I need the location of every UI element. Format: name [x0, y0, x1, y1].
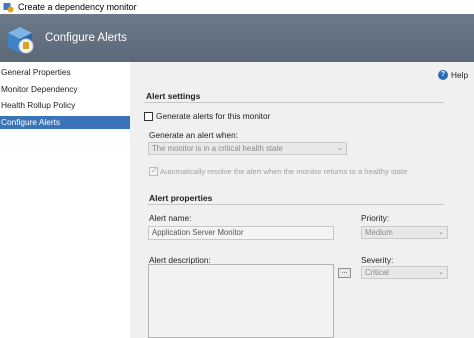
alert-properties-heading: Alert properties [149, 193, 213, 203]
chevron-down-icon: ⌄ [337, 145, 343, 152]
generate-when-value: The monitor is in a critical health stat… [152, 144, 283, 153]
alert-name-input[interactable]: Application Server Monitor [148, 226, 334, 240]
generate-alerts-checkbox[interactable] [144, 112, 153, 121]
alert-config-icon [8, 27, 34, 54]
help-icon: ? [438, 70, 448, 80]
chevron-down-icon: ⌄ [438, 269, 444, 276]
nav-item-monitor-dependency[interactable]: Monitor Dependency [0, 83, 130, 96]
alert-description-textarea[interactable] [148, 264, 334, 338]
wizard-banner: Configure Alerts [0, 14, 474, 62]
window-title: Create a dependency monitor [18, 2, 137, 12]
section-divider [147, 204, 444, 205]
description-editor-button[interactable]: ... [338, 268, 351, 278]
help-link[interactable]: ? Help [438, 70, 468, 80]
monitor-wizard-icon [3, 2, 14, 12]
generate-alerts-label: Generate alerts for this monitor [156, 111, 271, 121]
severity-value: Critical [365, 268, 389, 277]
priority-value: Medium [365, 228, 393, 237]
alert-name-label: Alert name: [149, 213, 192, 223]
alert-settings-heading: Alert settings [146, 91, 201, 101]
generate-when-label: Generate an alert when: [149, 130, 239, 140]
severity-select[interactable]: Critical ⌄ [361, 266, 448, 279]
priority-label: Priority: [361, 213, 390, 223]
nav-item-general-properties[interactable]: General Properties [0, 66, 130, 79]
section-divider [144, 102, 444, 103]
window-titlebar: Create a dependency monitor [0, 0, 474, 14]
page-title: Configure Alerts [45, 32, 127, 44]
checkmark-icon: ✓ [151, 166, 158, 175]
chevron-down-icon: ⌄ [438, 229, 444, 236]
priority-select[interactable]: Medium ⌄ [361, 226, 448, 239]
wizard-steps-nav: General Properties Monitor Dependency He… [0, 62, 130, 338]
help-label: Help [451, 70, 469, 80]
generate-when-select[interactable]: The monitor is in a critical health stat… [148, 142, 347, 155]
nav-item-health-rollup-policy[interactable]: Health Rollup Policy [0, 99, 130, 112]
auto-resolve-checkbox[interactable]: ✓ [149, 166, 158, 176]
nav-item-configure-alerts[interactable]: Configure Alerts [0, 116, 130, 129]
severity-label: Severity: [361, 255, 394, 265]
auto-resolve-label: Automatically resolve the alert when the… [160, 167, 408, 176]
